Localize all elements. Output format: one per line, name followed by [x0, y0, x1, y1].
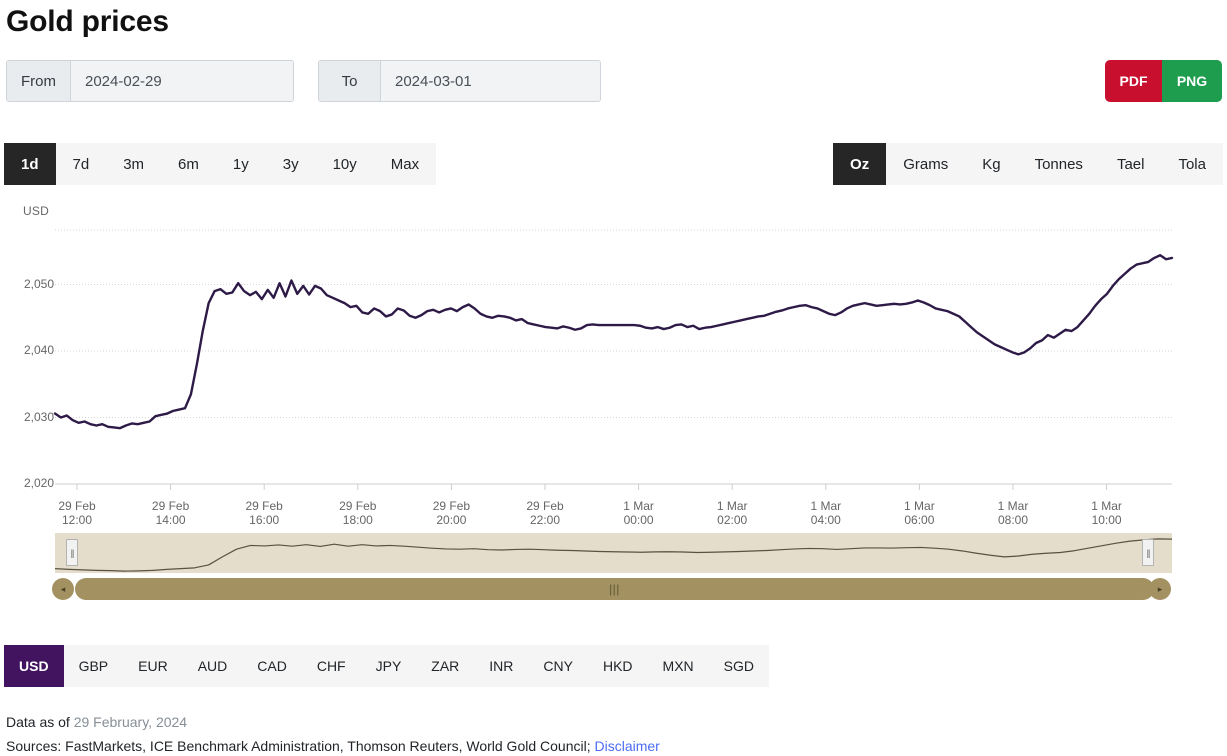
x-axis-tick-label: 29 Feb 20:00	[432, 499, 471, 527]
scrollbar-thumb[interactable]: |||	[75, 578, 1154, 600]
range-tab-10y[interactable]: 10y	[316, 143, 374, 185]
gridlines	[55, 229, 1172, 419]
navigator-plot	[54, 538, 1173, 572]
scrollbar-grip-icon: |||	[609, 582, 620, 596]
data-as-of-value: 29 February, 2024	[73, 714, 188, 730]
export-png-button[interactable]: PNG	[1162, 60, 1222, 102]
currency-tab-cad[interactable]: CAD	[242, 645, 302, 687]
export-pdf-button[interactable]: PDF	[1105, 60, 1162, 102]
currency-tab-inr[interactable]: INR	[474, 645, 528, 687]
range-tab-7d[interactable]: 7d	[56, 143, 107, 185]
currency-tab-cny[interactable]: CNY	[528, 645, 588, 687]
disclaimer-link[interactable]: Disclaimer	[595, 738, 660, 754]
x-axis-tick-label: 1 Mar 10:00	[1091, 499, 1122, 527]
x-axis-tick-label: 29 Feb 12:00	[58, 499, 96, 527]
from-label: From	[7, 61, 71, 101]
unit-tab-tola[interactable]: Tola	[1161, 143, 1223, 185]
to-date-input[interactable]	[381, 61, 600, 101]
currency-tab-sgd[interactable]: SGD	[709, 645, 769, 687]
currency-tab-gbp[interactable]: GBP	[64, 645, 124, 687]
from-date-input[interactable]	[71, 61, 293, 101]
x-axis-labels: 29 Feb 12:00 29 Feb 14:00 29 Feb 16:00 29 Feb 1…	[0, 489, 1227, 529]
unit-tab-oz[interactable]: Oz	[833, 143, 887, 185]
x-axis-tick-label: 1 Mar 08:00	[997, 499, 1029, 527]
unit-tab-kg[interactable]: Kg	[965, 143, 1017, 185]
unit-tab-tael[interactable]: Tael	[1100, 143, 1162, 185]
unit-tab-grams[interactable]: Grams	[886, 143, 965, 185]
price-line-series	[53, 254, 1174, 430]
x-axis-tick-label: 1 Mar 04:00	[810, 499, 842, 527]
x-axis-tick-label: 29 Feb 18:00	[339, 499, 377, 527]
date-range-controls: From To	[6, 60, 601, 102]
range-tab-1d[interactable]: 1d	[4, 143, 56, 185]
unit-tabs: Oz Grams Kg Tonnes Tael Tola	[833, 143, 1223, 185]
currency-tab-zar[interactable]: ZAR	[416, 645, 474, 687]
sources-text: Sources: FastMarkets, ICE Benchmark Admi…	[6, 738, 591, 754]
price-chart: USD 2,020 2,030 2,040 2,050 29 Feb 12:00 29 F…	[0, 198, 1227, 528]
range-tab-1y[interactable]: 1y	[216, 143, 266, 185]
sources-line: Sources: FastMarkets, ICE Benchmark Admi…	[6, 734, 1106, 756]
to-date-group[interactable]: To	[318, 60, 601, 102]
x-axis-tick-label: 1 Mar 00:00	[623, 499, 654, 527]
x-axis-tick-label: 29 Feb 14:00	[151, 499, 190, 527]
navigator-line-series	[54, 538, 1173, 572]
navigator-handle-left[interactable]: ||	[66, 539, 78, 566]
currency-tab-eur[interactable]: EUR	[123, 645, 183, 687]
x-axis-tick-label: 29 Feb 16:00	[245, 499, 283, 527]
currency-tab-aud[interactable]: AUD	[183, 645, 243, 687]
range-tabs: 1d 7d 3m 6m 1y 3y 10y Max	[4, 143, 437, 185]
gold-prices-page: Gold prices From To PDF PNG 1d7d3m6m1y3y…	[0, 0, 1227, 756]
currency-tab-jpy[interactable]: JPY	[361, 645, 417, 687]
range-tab-3y[interactable]: 3y	[266, 143, 316, 185]
range-tab-max[interactable]: Max	[374, 143, 436, 185]
x-axis-tick-label: 1 Mar 06:00	[904, 499, 935, 527]
from-date-group[interactable]: From	[6, 60, 294, 102]
chart-navigator: || || ◂ ||| ▸	[0, 528, 1227, 600]
x-axis-tick-label: 1 Mar 02:00	[716, 499, 748, 527]
scroll-right-button[interactable]: ▸	[1149, 578, 1171, 600]
chart-plot-area	[53, 229, 1174, 490]
to-label: To	[319, 61, 381, 101]
navigator-handle-right[interactable]: ||	[1142, 539, 1154, 566]
currency-tab-mxn[interactable]: MXN	[648, 645, 709, 687]
range-tab-3m[interactable]: 3m	[106, 143, 161, 185]
currency-tab-hkd[interactable]: HKD	[588, 645, 648, 687]
data-as-of-label: Data as of	[6, 714, 70, 730]
x-axis-tick-label: 29 Feb 22:00	[526, 499, 564, 527]
currency-tabs: USD GBP EUR AUD CAD CHF JPY ZAR INR CNY HKD MXN SGD	[4, 645, 770, 687]
data-as-of-line: Data as of 29 February, 2024	[6, 710, 1106, 734]
unit-tab-tonnes[interactable]: Tonnes	[1018, 143, 1100, 185]
export-buttons: PDF PNG	[1105, 60, 1222, 102]
page-title: Gold prices	[6, 5, 169, 38]
range-tab-6m[interactable]: 6m	[161, 143, 216, 185]
currency-tab-usd[interactable]: USD	[4, 645, 64, 687]
scroll-left-button[interactable]: ◂	[52, 578, 74, 600]
currency-tab-chf[interactable]: CHF	[302, 645, 361, 687]
footer: Data as of 29 February, 2024 Sources: Fa…	[6, 710, 1106, 756]
